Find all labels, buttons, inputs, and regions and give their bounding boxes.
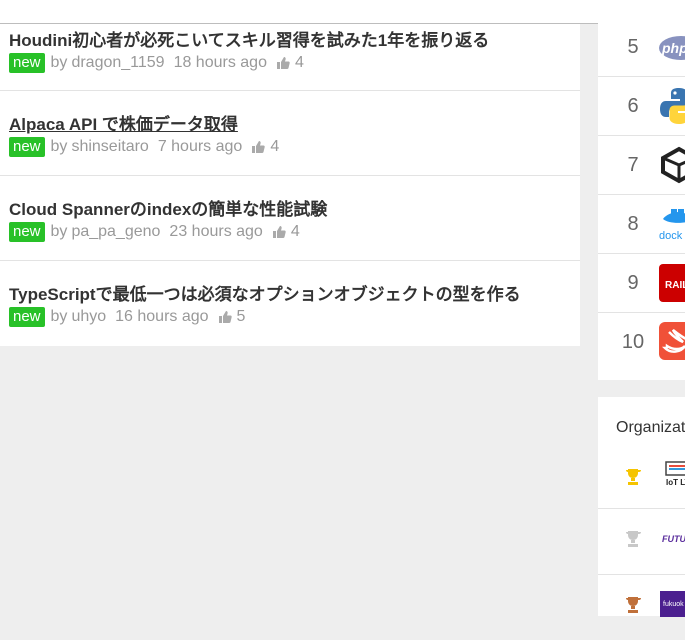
silver-trophy-icon [624,530,642,548]
like-count: 4 [290,223,300,240]
article-title[interactable]: Houdini初心者が必死こいてスキル習得を試みた1年を振り返る [9,26,489,51]
ranking-row[interactable]: 8 dock [598,195,685,254]
list-item: Houdini初心者が必死こいてスキル習得を試みた1年を振り返る new by … [0,24,580,91]
rank-number: 7 [627,154,639,176]
timestamp: 23 hours ago [169,223,263,240]
article-feed: Houdini初心者が必死こいてスキル習得を試みた1年を振り返る new by … [0,24,580,346]
article-meta: new by uhyo 16 hours ago 5 [9,307,245,327]
article-meta: new by dragon_1159 18 hours ago 4 [9,53,304,73]
docker-icon-text: dock [659,230,683,242]
ranking-row[interactable]: 9 RAIL [598,254,685,313]
author-link[interactable]: uhyo [71,308,106,326]
thumbs-up-icon [272,225,286,239]
iot-lt-logo-text: IoT LT [666,478,685,487]
by-label: by [50,308,68,325]
list-item: Alpaca API で株価データ取得 new by shinseitaro 7… [0,90,580,176]
like-count: 4 [294,54,304,71]
thumbs-up-icon [276,56,290,70]
ranking-row[interactable]: 6 [598,77,685,136]
ranking-row[interactable]: 7 [598,136,685,195]
rails-icon-text: RAIL [665,280,685,291]
thumbs-up-icon [218,310,232,324]
gold-trophy-icon [624,468,642,486]
author-link[interactable]: pa_pa_geno [71,223,160,241]
organization-row[interactable]: fukuok [598,574,685,640]
rank-number: 5 [627,36,639,58]
new-badge: new [9,222,45,242]
ranking-row[interactable]: 5 php [598,18,685,77]
unity-icon[interactable] [659,145,685,185]
rails-icon[interactable]: RAIL [659,264,685,304]
by-label: by [50,54,68,71]
timestamp: 7 hours ago [157,138,243,155]
new-badge: new [9,53,45,73]
list-item: Cloud Spannerのindexの簡単な性能試験 new by pa_pa… [0,175,580,261]
author-link[interactable]: shinseitaro [71,138,148,156]
organizations-title: Organizat [616,419,685,436]
timestamp: 16 hours ago [115,308,209,325]
tag-ranking-panel: 5 php 6 7 8 [598,0,685,380]
author-link[interactable]: dragon_1159 [71,54,164,72]
python-icon[interactable] [659,86,685,126]
article-meta: new by shinseitaro 7 hours ago 4 [9,137,279,157]
php-icon-text: php [661,40,685,56]
list-item: TypeScriptで最低一つは必須なオプションオブジェクトの型を作る new … [0,260,580,346]
future-logo[interactable]: FUTU [660,526,685,552]
iot-lt-logo[interactable]: IoT LT [660,461,685,487]
like-count: 4 [270,138,280,155]
rank-number: 10 [621,331,645,353]
by-label: by [50,138,68,155]
docker-icon[interactable]: dock [659,203,685,243]
fukuoka-logo-text: fukuok [663,601,684,608]
top-bar [0,0,685,24]
php-icon[interactable]: php [659,28,685,68]
fukuoka-logo[interactable]: fukuok [660,591,685,617]
rank-number: 6 [627,95,639,117]
article-title[interactable]: Alpaca API で株価データ取得 [9,110,238,135]
organizations-panel: Organizat IoT LT FUTU [598,397,685,617]
new-badge: new [9,307,45,327]
new-badge: new [9,137,45,157]
rank-number: 8 [627,213,639,235]
future-logo-text: FUTU [662,534,685,544]
ranking-row[interactable]: 10 [598,313,685,371]
swift-icon[interactable] [659,322,685,362]
article-meta: new by pa_pa_geno 23 hours ago 4 [9,222,300,242]
organization-row[interactable]: FUTU [598,508,685,575]
timestamp: 18 hours ago [173,54,267,71]
by-label: by [50,223,68,240]
article-title[interactable]: Cloud Spannerのindexの簡単な性能試験 [9,195,327,220]
rank-number: 9 [627,272,639,294]
like-count: 5 [236,308,246,325]
organization-row[interactable]: IoT LT [598,442,685,509]
thumbs-up-icon [251,140,266,154]
article-title[interactable]: TypeScriptで最低一つは必須なオプションオブジェクトの型を作る [9,280,521,305]
bronze-trophy-icon [624,596,642,614]
